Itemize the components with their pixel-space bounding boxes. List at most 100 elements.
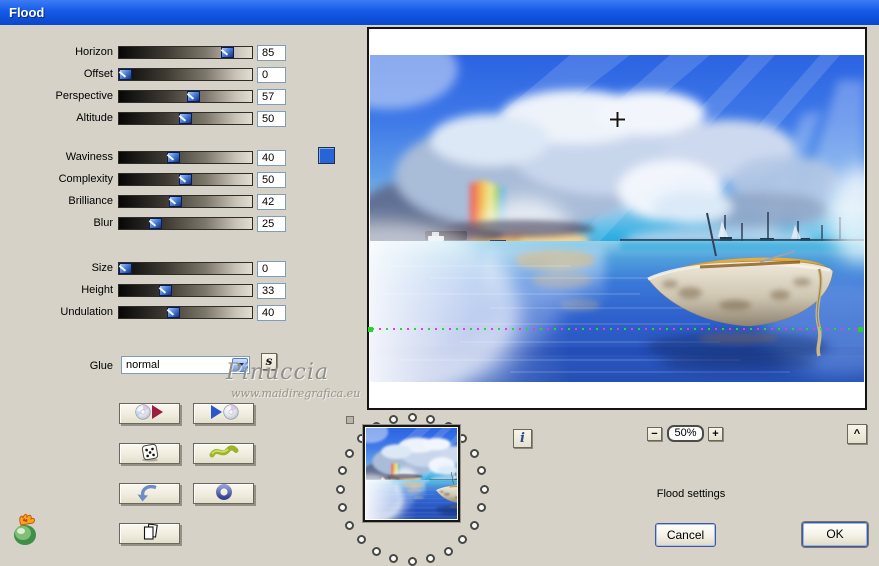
memory-dot[interactable] (477, 503, 486, 512)
chevron-down-icon[interactable] (232, 358, 248, 372)
memory-dot[interactable] (357, 535, 366, 544)
blur-slider-thumb[interactable] (149, 218, 162, 229)
memory-dot[interactable] (477, 466, 486, 475)
blur-label: Blur (93, 217, 113, 229)
flaming-pear-logo-icon[interactable] (10, 512, 42, 548)
memory-dot[interactable] (480, 485, 489, 494)
perspective-slider-thumb[interactable] (187, 91, 200, 102)
memory-dot[interactable] (372, 547, 381, 556)
zoom-level[interactable]: 50% (667, 425, 704, 442)
wave-icon (209, 443, 239, 464)
altitude-value-box[interactable]: 50 (257, 111, 286, 127)
copy-button[interactable] (119, 522, 180, 545)
complexity-slider-thumb[interactable] (179, 174, 192, 185)
offset-label: Offset (83, 68, 113, 80)
memory-dot[interactable] (408, 557, 417, 566)
height-slider-thumb[interactable] (159, 285, 172, 296)
waterline-selection-marquee (372, 328, 860, 330)
waterline-left-handle[interactable] (368, 327, 373, 332)
glue-label: Glue (89, 360, 113, 372)
zoom-out-button[interactable]: − (647, 427, 662, 441)
zoom-in-button[interactable]: + (708, 427, 723, 441)
watermark-site: www.maidiregrafica.eu (231, 387, 361, 400)
cancel-button[interactable]: Cancel (655, 523, 716, 547)
size-slider-track[interactable] (118, 262, 253, 275)
blur-slider-track[interactable] (118, 217, 253, 230)
perspective-slider-track[interactable] (118, 90, 253, 103)
info-button[interactable]: i (513, 429, 532, 448)
undulation-value-box[interactable]: 40 (257, 305, 286, 321)
cd-open-icon (134, 403, 165, 424)
glue-dropdown[interactable]: normal (121, 356, 250, 374)
offset-slider-thumb[interactable] (119, 69, 132, 80)
altitude-slider-thumb[interactable] (179, 113, 192, 124)
undulation-slider-track[interactable] (118, 306, 253, 319)
memory-dot[interactable] (336, 485, 345, 494)
memory-dot[interactable] (389, 415, 398, 424)
ring-button[interactable] (193, 483, 254, 504)
memory-dot[interactable] (345, 449, 354, 458)
preview-image[interactable] (370, 55, 864, 382)
brilliance-slider-thumb[interactable] (169, 196, 182, 207)
script-button[interactable]: s (261, 353, 277, 370)
size-slider-thumb[interactable] (119, 263, 132, 274)
thumbnail-image (366, 428, 457, 519)
blur-value-box[interactable]: 25 (257, 216, 286, 232)
horizon-label: Horizon (75, 46, 113, 58)
size-value-box[interactable]: 0 (257, 261, 286, 277)
ok-button[interactable]: OK (802, 522, 868, 547)
cd-open-button[interactable] (119, 403, 180, 424)
horizon-value-box[interactable]: 85 (257, 45, 286, 61)
memory-dot[interactable] (408, 413, 417, 422)
memory-dot[interactable] (338, 466, 347, 475)
horizon-slider-thumb[interactable] (221, 47, 234, 58)
water-color-swatch[interactable] (318, 147, 335, 164)
brilliance-slider-track[interactable] (118, 195, 253, 208)
memory-dot[interactable] (426, 554, 435, 563)
complexity-label: Complexity (58, 173, 113, 185)
perspective-value-box[interactable]: 57 (257, 89, 286, 105)
memory-dot[interactable] (444, 547, 453, 556)
size-label: Size (91, 262, 113, 274)
memory-dot[interactable] (389, 554, 398, 563)
offset-value-box[interactable]: 0 (257, 67, 286, 83)
memory-dot[interactable] (458, 535, 467, 544)
waviness-slider-thumb[interactable] (167, 152, 180, 163)
complexity-value-box[interactable]: 50 (257, 172, 286, 188)
copy-icon (135, 522, 165, 545)
memory-dot[interactable] (470, 449, 479, 458)
memory-dot[interactable] (338, 503, 347, 512)
waviness-label: Waviness (65, 151, 113, 163)
brilliance-label: Brilliance (68, 195, 113, 207)
flood-dialog: Flood Horizon 85 Offset 0 Perspective 57 Altit… (0, 0, 879, 566)
memory-dot[interactable] (470, 521, 479, 530)
height-value-box[interactable]: 33 (257, 283, 286, 299)
complexity-slider-track[interactable] (118, 173, 253, 186)
waterline-right-handle[interactable] (858, 327, 863, 332)
height-slider-track[interactable] (118, 284, 253, 297)
cd-save-icon (209, 403, 239, 424)
dice-button[interactable] (119, 443, 180, 464)
preview-thumbnail[interactable] (363, 425, 460, 522)
cd-save-button[interactable] (193, 403, 254, 424)
waviness-slider-track[interactable] (118, 151, 253, 164)
undulation-slider-thumb[interactable] (167, 307, 180, 318)
altitude-slider-track[interactable] (118, 112, 253, 125)
undo-button[interactable] (119, 483, 180, 504)
memory-dial-handle[interactable] (346, 416, 354, 424)
ring-icon (209, 483, 239, 504)
height-label: Height (81, 284, 113, 296)
horizon-slider-track[interactable] (118, 46, 253, 59)
status-text: Flood settings (656, 488, 726, 500)
waviness-value-box[interactable]: 40 (257, 150, 286, 166)
undo-icon (135, 483, 165, 505)
offset-slider-track[interactable] (118, 68, 253, 81)
brilliance-value-box[interactable]: 42 (257, 194, 286, 210)
title-bar[interactable]: Flood (0, 0, 879, 25)
altitude-label: Altitude (76, 112, 113, 124)
wave-button[interactable] (193, 443, 254, 464)
memory-dot[interactable] (345, 521, 354, 530)
memory-dot[interactable] (426, 415, 435, 424)
undulation-label: Undulation (60, 306, 113, 318)
scroll-up-button[interactable]: ^ (847, 424, 867, 444)
